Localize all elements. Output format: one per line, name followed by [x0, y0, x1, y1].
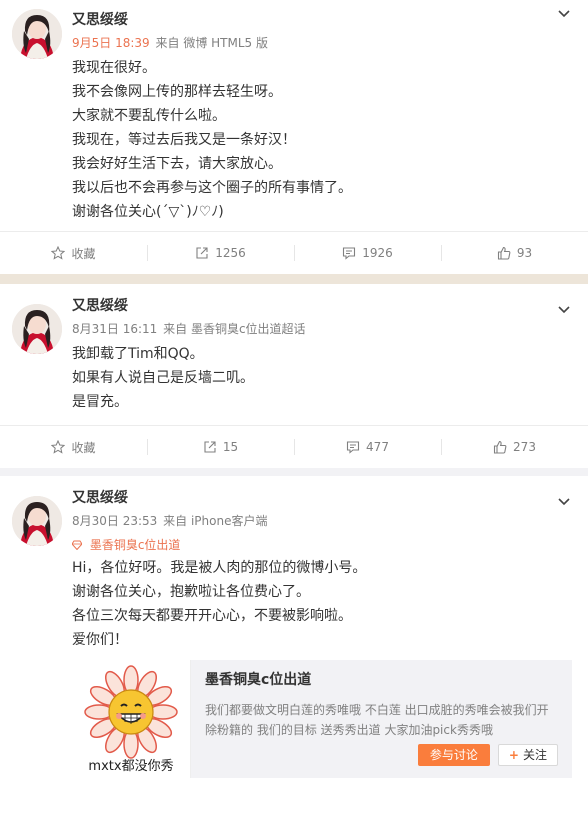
post-actions: 收藏 15 477 273 [0, 425, 588, 468]
comment-count: 1926 [362, 246, 393, 260]
topic-tag-label: 墨香铜臭c位出道 [89, 538, 181, 552]
plus-icon: + [508, 748, 519, 762]
user-avatar[interactable] [12, 304, 62, 354]
repost-icon [204, 441, 216, 453]
like-count: 93 [516, 246, 533, 260]
like-button[interactable]: 93 [441, 232, 588, 274]
post-line: 爱你们！ [72, 632, 128, 648]
thumbs-up-icon [497, 246, 511, 260]
post-source: 来自 微博 HTML5 版 [155, 36, 268, 50]
favorite-button[interactable]: 收藏 [0, 232, 147, 274]
post-line: 我以后也不会再参与这个圈子的所有事情了。 [72, 180, 352, 196]
post-actions: 收藏 1256 1926 93 [0, 231, 588, 274]
post-time[interactable]: 8月30日 23:53 [72, 514, 157, 528]
topic-card-image-caption: mxtx都没你秀 [88, 759, 174, 774]
post-line: 我现在，等过去后我又是一条好汉！ [72, 132, 296, 148]
topic-card-description: 我们都要做文明白莲的秀唯哦 不白莲 出口成脏的秀唯会被我们开除粉籍的 我们的目标… [205, 703, 549, 737]
repost-icon [196, 247, 208, 259]
join-discussion-button[interactable]: 参与讨论 [417, 744, 490, 766]
post-source: 来自 iPhone客户端 [163, 514, 268, 528]
post-text: 我现在很好。 我不会像网上传的那样去轻生呀。 大家就不要乱传什么啦。 我现在，等… [72, 56, 572, 224]
post-text: 我卸载了Tim和QQ。 如果有人说自己是反墙二叽。 是冒充。 [72, 342, 572, 414]
post-line: Hi，各位好呀。我是被人肉的那位的微博小号。 [72, 560, 367, 576]
follow-label: 关注 [522, 748, 547, 762]
repost-count: 15 [222, 440, 239, 454]
comment-button[interactable]: 1926 [294, 232, 441, 274]
comment-count: 477 [366, 440, 389, 454]
post-source: 来自 墨香铜臭c位出道超话 [163, 322, 306, 336]
repost-button[interactable]: 15 [147, 426, 294, 468]
like-count: 273 [513, 440, 536, 454]
post-line: 我现在很好。 [72, 60, 156, 76]
diamond-icon [72, 540, 82, 550]
post-divider [0, 274, 588, 284]
user-avatar[interactable] [12, 496, 62, 546]
weibo-post: 又思绥绥 9月5日 18:39 来自 微博 HTML5 版 我现在很好。 我不会… [0, 0, 588, 274]
topic-card-title[interactable]: 墨香铜臭c位出道 [205, 670, 558, 690]
post-line: 我不会像网上传的那样去轻生呀。 [72, 84, 282, 100]
favorite-label: 收藏 [71, 440, 96, 455]
post-line: 各位三次每天都要开开心心，不要被影响啦。 [72, 608, 352, 624]
favorite-button[interactable]: 收藏 [0, 426, 147, 468]
post-line: 如果有人说自己是反墙二叽。 [72, 370, 254, 386]
comment-icon [346, 441, 360, 454]
repost-count: 1256 [215, 246, 246, 260]
post-time[interactable]: 8月31日 16:11 [72, 322, 157, 336]
post-line: 谢谢各位关心(´▽`)ﾉ♡ﾉ) [72, 204, 224, 220]
post-line: 我会好好生活下去，请大家放心。 [72, 156, 282, 172]
post-meta: 8月30日 23:53 来自 iPhone客户端 [72, 512, 572, 530]
topic-card[interactable]: mxtx都没你秀 墨香铜臭c位出道 我们都要做文明白莲的秀唯哦 不白莲 出口成脏… [72, 660, 572, 778]
chevron-down-icon[interactable] [554, 492, 574, 508]
topic-tag[interactable]: 墨香铜臭c位出道 [72, 536, 572, 554]
post-text: Hi，各位好呀。我是被人肉的那位的微博小号。 谢谢各位关心，抱歉啦让各位费心了。… [72, 556, 572, 652]
post-time[interactable]: 9月5日 18:39 [72, 36, 150, 50]
chevron-down-icon[interactable] [554, 300, 574, 316]
comment-button[interactable]: 477 [294, 426, 441, 468]
post-line: 是冒充。 [72, 394, 128, 410]
chevron-down-icon[interactable] [554, 4, 574, 20]
repost-button[interactable]: 1256 [147, 232, 294, 274]
topic-card-buttons: 参与讨论 + 关注 [417, 744, 558, 766]
post-meta: 9月5日 18:39 来自 微博 HTML5 版 [72, 34, 572, 52]
post-line: 我卸载了Tim和QQ。 [72, 346, 204, 362]
username[interactable]: 又思绥绥 [72, 488, 572, 508]
username[interactable]: 又思绥绥 [72, 296, 572, 316]
star-icon [51, 246, 66, 260]
user-avatar[interactable] [12, 9, 62, 59]
weibo-post: 又思绥绥 8月30日 23:53 来自 iPhone客户端 墨香铜臭c位出道 H… [0, 476, 588, 816]
comment-icon [343, 247, 356, 260]
username[interactable]: 又思绥绥 [72, 10, 572, 30]
post-line: 大家就不要乱传什么啦。 [72, 108, 226, 124]
star-icon [51, 440, 66, 454]
weibo-post: 又思绥绥 8月31日 16:11 来自 墨香铜臭c位出道超话 我卸载了Tim和Q… [0, 284, 588, 468]
topic-card-image: mxtx都没你秀 [72, 660, 191, 778]
post-divider [0, 468, 588, 476]
favorite-label: 收藏 [71, 246, 96, 261]
thumbs-up-icon [493, 440, 507, 454]
follow-button[interactable]: + 关注 [497, 744, 558, 766]
like-button[interactable]: 273 [441, 426, 588, 468]
post-line: 谢谢各位关心，抱歉啦让各位费心了。 [72, 584, 310, 600]
post-meta: 8月31日 16:11 来自 墨香铜臭c位出道超话 [72, 320, 572, 338]
